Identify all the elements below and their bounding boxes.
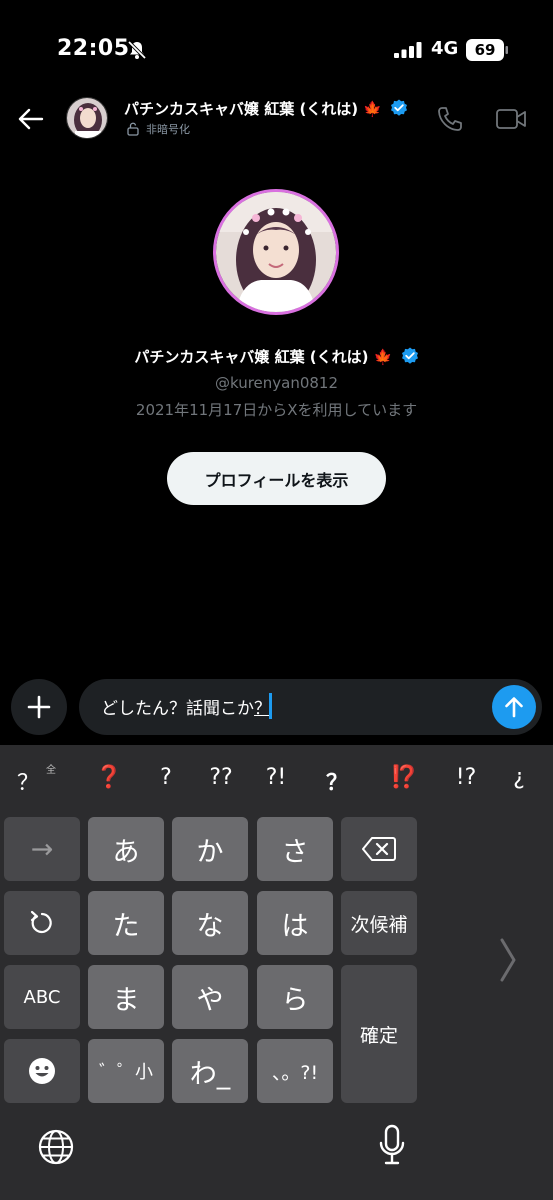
globe-icon[interactable] [37, 1128, 75, 1166]
candidate-5[interactable]: ?! [254, 765, 298, 790]
key-na[interactable]: な [172, 891, 248, 955]
key-dakuten[interactable]: ゛゜小 [88, 1039, 164, 1103]
back-arrow-icon[interactable] [16, 104, 46, 134]
arrow-up-icon [505, 697, 523, 718]
chevron-right-icon[interactable] [496, 935, 520, 985]
candidate-4[interactable]: ?? [199, 765, 243, 790]
signal-icon [394, 42, 422, 58]
profile-name-text: パチンカスキャバ嬢 紅葉 (くれは) 🍁 [134, 348, 393, 366]
header-name-text: パチンカスキャバ嬢 紅葉 (くれは) 🍁 [124, 100, 383, 118]
undo-key[interactable] [4, 891, 80, 955]
verified-badge-icon [391, 99, 408, 116]
key-wa[interactable]: わ_ [172, 1039, 248, 1103]
emoji-key[interactable] [4, 1039, 80, 1103]
plus-icon [27, 695, 51, 719]
candidate-1[interactable]: ？ [6, 765, 50, 797]
candidate-8[interactable]: !? [444, 765, 488, 790]
video-call-icon[interactable] [495, 106, 527, 132]
next-candidate-key[interactable]: 次候補 [341, 891, 417, 955]
profile-name: パチンカスキャバ嬢 紅葉 (くれは) 🍁 [0, 346, 553, 367]
key-ya[interactable]: や [172, 965, 248, 1029]
candidate-2[interactable]: ❓ [87, 765, 131, 790]
candidate-7[interactable]: ⁉️ [382, 765, 426, 790]
candidate-3[interactable]: ? [144, 765, 188, 790]
network-type: 4G [431, 38, 459, 59]
profile-handle: @kurenyan0812 [214, 374, 339, 392]
verified-badge-icon [401, 347, 418, 364]
status-time: 22:05 [57, 36, 130, 61]
key-ma[interactable]: ま [88, 965, 164, 1029]
send-button[interactable] [492, 685, 536, 729]
candidate-9[interactable]: ¿ [497, 765, 541, 790]
key-ka[interactable]: か [172, 817, 248, 881]
key-ha[interactable]: は [257, 891, 333, 955]
candidate-1-sub: 全 [46, 765, 56, 776]
profile-avatar[interactable] [213, 189, 339, 315]
delete-backspace-icon [362, 837, 396, 861]
message-text-committed: どしたん？話聞こか [101, 699, 254, 719]
avatar[interactable] [66, 97, 108, 139]
confirm-key[interactable]: 確定 [341, 965, 417, 1103]
view-profile-button[interactable]: プロフィールを表示 [167, 452, 386, 505]
message-input-text[interactable]: どしたん？話聞こか？ [101, 694, 271, 719]
delete-key[interactable] [341, 817, 417, 881]
conversation-title[interactable]: パチンカスキャバ嬢 紅葉 (くれは) 🍁 [124, 98, 408, 119]
unlock-icon [127, 122, 139, 136]
abc-key[interactable]: ABC [4, 965, 80, 1029]
undo-icon [30, 910, 52, 934]
profile-joined-date: 2021年11月17日からXを利用しています [135, 401, 418, 419]
emoji-icon [29, 1058, 55, 1084]
encryption-label: 非暗号化 [146, 123, 190, 136]
microphone-icon[interactable] [377, 1124, 407, 1166]
key-ta[interactable]: た [88, 891, 164, 955]
key-arrow[interactable]: → [4, 817, 80, 881]
candidate-6[interactable]: ？ [315, 765, 359, 797]
encryption-status: 非暗号化 [126, 121, 190, 137]
key-sa[interactable]: さ [257, 817, 333, 881]
bell-off-icon [127, 40, 147, 60]
key-ra[interactable]: ら [257, 965, 333, 1029]
phone-icon[interactable] [436, 105, 464, 133]
key-punctuation[interactable]: 、。?! [257, 1039, 333, 1103]
key-a[interactable]: あ [88, 817, 164, 881]
battery-level: 69 [474, 41, 496, 59]
add-attachment-button[interactable] [11, 679, 67, 735]
text-cursor [269, 693, 272, 719]
